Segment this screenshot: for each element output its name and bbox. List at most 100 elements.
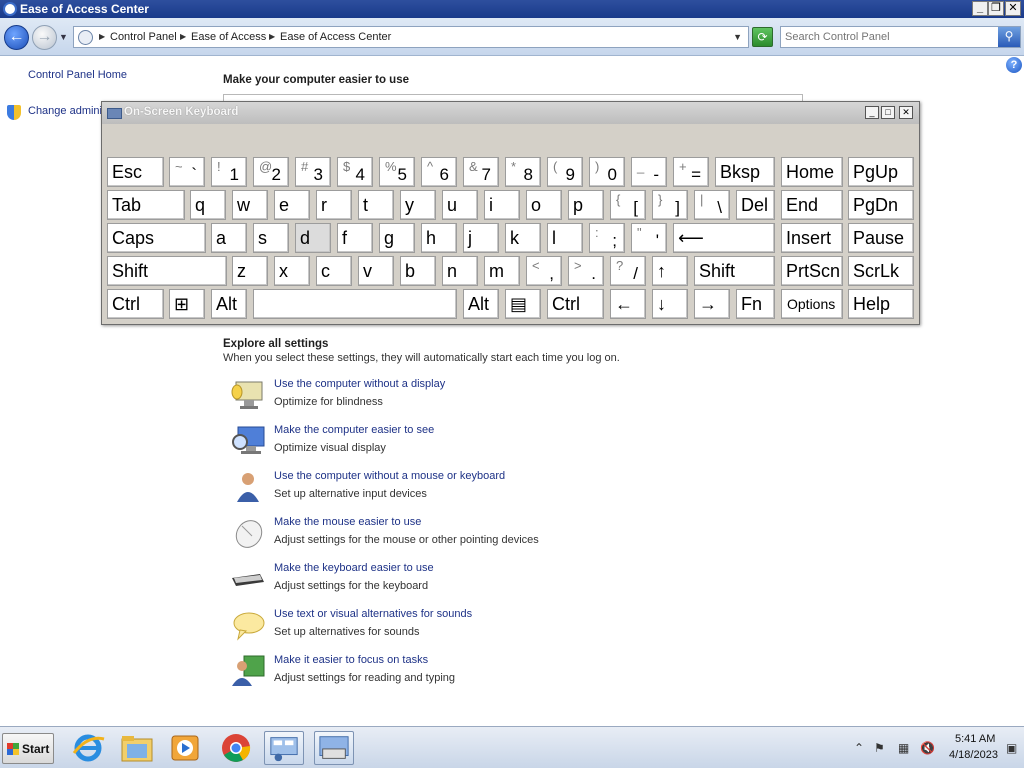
key-6[interactable]: ^ 6 xyxy=(421,157,457,187)
setting-item[interactable]: Make the mouse easier to use Adjust sett… xyxy=(230,516,650,556)
chevron-right-icon[interactable]: ▶ xyxy=(180,32,186,41)
osk-maximize-button[interactable]: □ xyxy=(881,106,895,119)
key-caps[interactable]: Caps xyxy=(107,223,206,253)
key-d[interactable]: d xyxy=(295,223,331,253)
key-4[interactable]: $4 xyxy=(337,157,373,187)
close-button[interactable]: ✕ xyxy=(1005,1,1021,16)
network-icon[interactable]: ▦ xyxy=(898,741,909,755)
key-enter[interactable]: ⟵ xyxy=(673,223,775,253)
key-comma[interactable]: <, xyxy=(526,256,562,286)
back-button[interactable]: ← xyxy=(4,25,29,50)
setting-link[interactable]: Make the keyboard easier to use xyxy=(274,562,434,574)
key-lbracket[interactable]: {[ xyxy=(610,190,646,220)
key-z[interactable]: z xyxy=(232,256,268,286)
osk-close-button[interactable]: ✕ xyxy=(899,106,913,119)
chevron-right-icon[interactable]: ▶ xyxy=(269,32,275,41)
key-help[interactable]: Help xyxy=(848,289,914,319)
key-end[interactable]: End xyxy=(781,190,843,220)
key-tab[interactable]: Tab xyxy=(107,190,185,220)
key-space[interactable] xyxy=(253,289,457,319)
key-tilde[interactable]: ~ ` xyxy=(169,157,205,187)
key-left[interactable]: ← xyxy=(610,289,646,319)
setting-link[interactable]: Make the mouse easier to use xyxy=(274,516,421,528)
key-j[interactable]: j xyxy=(463,223,499,253)
chevron-right-icon[interactable]: ▶ xyxy=(99,32,105,41)
key-o[interactable]: o xyxy=(526,190,562,220)
change-admin-settings-link[interactable]: Change adminis xyxy=(28,105,108,117)
key-p[interactable]: p xyxy=(568,190,604,220)
key-rbracket[interactable]: }] xyxy=(652,190,688,220)
key-r[interactable]: r xyxy=(316,190,352,220)
key-prtscn[interactable]: PrtScn xyxy=(781,256,843,286)
breadcrumb-control-panel[interactable]: Control Panel xyxy=(110,31,177,43)
breadcrumb-ease-of-access-center[interactable]: Ease of Access Center xyxy=(280,31,391,43)
key-v[interactable]: v xyxy=(358,256,394,286)
key-x[interactable]: x xyxy=(274,256,310,286)
search-icon[interactable]: ⚲ xyxy=(998,27,1020,47)
key-ralt[interactable]: Alt xyxy=(463,289,499,319)
key-quote[interactable]: " ' xyxy=(631,223,667,253)
clock-date[interactable]: 4/18/2023 xyxy=(949,749,998,761)
key-right[interactable]: → xyxy=(694,289,730,319)
key-pause[interactable]: Pause xyxy=(848,223,914,253)
key-m[interactable]: m xyxy=(484,256,520,286)
search-input[interactable] xyxy=(785,29,995,45)
key-y[interactable]: y xyxy=(400,190,436,220)
setting-item[interactable]: Make the computer easier to see Optimize… xyxy=(230,424,650,464)
key-3[interactable]: #3 xyxy=(295,157,331,187)
key-8[interactable]: * 8 xyxy=(505,157,541,187)
setting-link[interactable]: Use text or visual alternatives for soun… xyxy=(274,608,472,620)
control-panel-taskbar-button[interactable] xyxy=(264,731,304,765)
key-7[interactable]: & 7 xyxy=(463,157,499,187)
setting-link[interactable]: Use the computer without a display xyxy=(274,378,445,390)
key-pgup[interactable]: PgUp xyxy=(848,157,914,187)
refresh-button[interactable]: ⟳ xyxy=(752,27,773,47)
key-c[interactable]: c xyxy=(316,256,352,286)
search-box[interactable]: ⚲ xyxy=(780,26,1021,48)
key-insert[interactable]: Insert xyxy=(781,223,843,253)
minimize-button[interactable]: _ xyxy=(972,1,988,16)
setting-item[interactable]: Make it easier to focus on tasks Adjust … xyxy=(230,654,650,694)
key-w[interactable]: w xyxy=(232,190,268,220)
key-n[interactable]: n xyxy=(442,256,478,286)
setting-link[interactable]: Make the computer easier to see xyxy=(274,424,434,436)
internet-explorer-icon[interactable] xyxy=(68,731,108,765)
key-del[interactable]: Del xyxy=(736,190,775,220)
osk-minimize-button[interactable]: _ xyxy=(865,106,879,119)
forward-button[interactable]: → xyxy=(32,25,57,50)
key-home[interactable]: Home xyxy=(781,157,843,187)
volume-muted-icon[interactable]: 🔇 xyxy=(920,741,935,755)
key-fn[interactable]: Fn xyxy=(736,289,775,319)
key-bksp[interactable]: Bksp xyxy=(715,157,775,187)
key-2[interactable]: @2 xyxy=(253,157,289,187)
clock-time[interactable]: 5:41 AM xyxy=(955,733,995,745)
key-5[interactable]: % 5 xyxy=(379,157,415,187)
setting-item[interactable]: Use the computer without a display Optim… xyxy=(230,378,650,418)
key-9[interactable]: (9 xyxy=(547,157,583,187)
key-down[interactable]: ↓ xyxy=(652,289,688,319)
key-t[interactable]: t xyxy=(358,190,394,220)
osk-titlebar[interactable]: On-Screen Keyboard _ □ ✕ xyxy=(102,102,919,124)
key-period[interactable]: >. xyxy=(568,256,604,286)
key-rshift[interactable]: Shift xyxy=(694,256,775,286)
show-desktop-icon[interactable]: ▣ xyxy=(1006,741,1017,755)
key-scrlk[interactable]: ScrLk xyxy=(848,256,914,286)
recent-pages-dropdown-icon[interactable]: ▼ xyxy=(59,32,68,42)
setting-link[interactable]: Make it easier to focus on tasks xyxy=(274,654,428,666)
address-dropdown-icon[interactable]: ▼ xyxy=(733,32,742,42)
key-l[interactable]: l xyxy=(547,223,583,253)
on-screen-keyboard-taskbar-button[interactable] xyxy=(314,731,354,765)
key-backslash[interactable]: | \ xyxy=(694,190,730,220)
setting-item[interactable]: Use text or visual alternatives for soun… xyxy=(230,608,650,648)
key-g[interactable]: g xyxy=(379,223,415,253)
key-1[interactable]: ! 1 xyxy=(211,157,247,187)
key-i[interactable]: i xyxy=(484,190,520,220)
chrome-icon[interactable] xyxy=(216,731,256,765)
key-up[interactable]: ↑ xyxy=(652,256,688,286)
help-icon[interactable]: ? xyxy=(1006,57,1022,73)
file-explorer-icon[interactable] xyxy=(117,731,157,765)
setting-item[interactable]: Make the keyboard easier to use Adjust s… xyxy=(230,562,650,602)
action-center-flag-icon[interactable]: ⚑ xyxy=(874,741,885,755)
key-rctrl[interactable]: Ctrl xyxy=(547,289,604,319)
key-lctrl[interactable]: Ctrl xyxy=(107,289,164,319)
